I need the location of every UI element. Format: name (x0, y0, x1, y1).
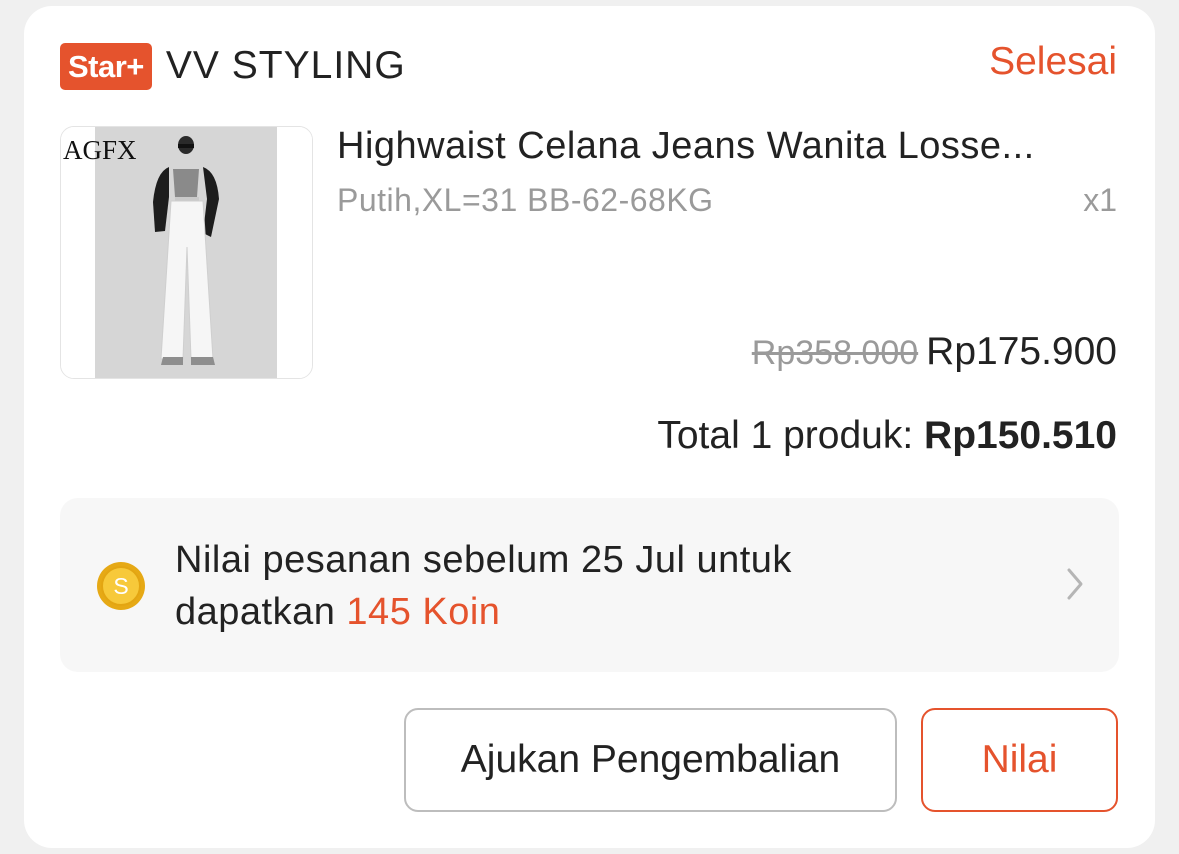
chevron-right-icon[interactable] (1065, 566, 1085, 602)
rate-button[interactable]: Nilai (921, 708, 1118, 812)
coin-icon: S (97, 562, 145, 610)
coin-reward-prefix: dapatkan (175, 591, 347, 633)
coin-reward-line2: dapatkan 145 Koin (175, 586, 792, 638)
product-thumbnail[interactable]: AGFX (60, 126, 313, 379)
product-variant: Putih,XL=31 BB-62-68KG (337, 182, 714, 218)
shop-header[interactable]: Star+ VV STYLING (60, 38, 406, 94)
product-image-logo: AGFX (63, 135, 137, 165)
star-plus-badge: Star+ (60, 42, 152, 90)
product-title[interactable]: Highwaist Celana Jeans Wanita Losse... (337, 125, 1117, 168)
product-image: AGFX (61, 127, 312, 378)
shop-name[interactable]: VV STYLING (166, 44, 406, 88)
order-status: Selesai (989, 40, 1117, 83)
coin-amount: 145 Koin (346, 591, 501, 633)
coin-reward-line1: Nilai pesanan sebelum 25 Jul untuk (175, 539, 792, 581)
original-price: Rp358.000 (751, 334, 919, 372)
order-total: Total 1 produk: Rp150.510 (657, 414, 1117, 458)
svg-text:S: S (113, 573, 128, 599)
order-total-value: Rp150.510 (924, 414, 1117, 457)
discounted-price: Rp175.900 (926, 330, 1117, 373)
product-quantity: x1 (1083, 182, 1117, 218)
price-row: Rp358.000 Rp175.900 (752, 330, 1117, 374)
order-total-label: Total 1 produk: (657, 414, 925, 457)
request-return-button[interactable]: Ajukan Pengembalian (404, 708, 897, 812)
coin-reward-text: Nilai pesanan sebelum 25 Jul untuk dapat… (175, 534, 792, 638)
coin-reward-banner[interactable]: S Nilai pesanan sebelum 25 Jul untuk dap… (60, 498, 1119, 672)
